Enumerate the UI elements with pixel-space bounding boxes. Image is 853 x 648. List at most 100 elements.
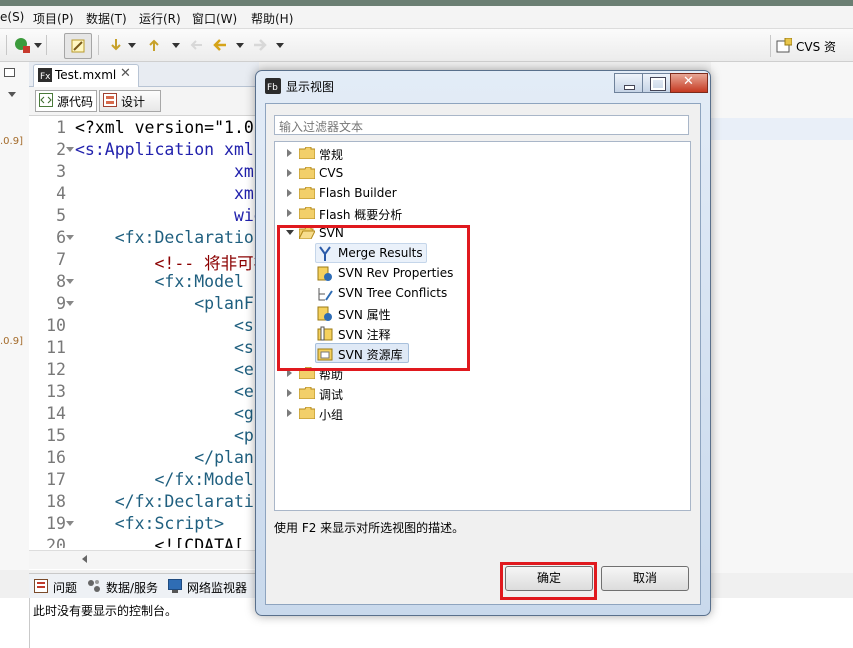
perspective-switcher[interactable]: CVS 资 xyxy=(770,35,853,57)
console-left-gutter xyxy=(0,598,30,648)
tree-label: 调试 xyxy=(319,388,344,402)
line-number: 2 xyxy=(56,140,66,159)
tab-problems[interactable]: 问题 xyxy=(53,579,77,596)
pencil-icon xyxy=(71,39,85,53)
fold-toggle-icon[interactable] xyxy=(66,279,74,284)
code-text: <s xyxy=(75,338,254,357)
code-line: 19 <fx:Script> xyxy=(44,514,259,536)
design-icon xyxy=(103,93,117,107)
code-text: <fx:Declaratio xyxy=(75,228,254,247)
expand-icon[interactable] xyxy=(287,389,292,397)
code-line: 11 <s xyxy=(44,338,259,360)
code-text: </fx:Model xyxy=(75,470,254,489)
source-code-icon xyxy=(39,93,53,107)
code-line: 20 <![CDATA[ xyxy=(44,536,259,548)
tree-label: Flash 概要分析 xyxy=(319,208,403,222)
code-text: <!-- 将非可视 xyxy=(75,254,259,273)
menu-help[interactable]: 帮助(H) xyxy=(251,10,293,27)
left-view-strip: .0.9] .0.9] xyxy=(0,62,30,570)
line-number: 16 xyxy=(46,448,66,467)
line-number: 4 xyxy=(56,184,66,203)
forward-arrow-icon[interactable] xyxy=(252,37,268,53)
chevron-down-icon[interactable] xyxy=(236,43,244,48)
menu-run[interactable]: 运行(R) xyxy=(139,10,181,27)
code-text: <s:Application xml xyxy=(75,140,254,159)
chevron-down-icon[interactable] xyxy=(8,92,16,97)
fold-toggle-icon[interactable] xyxy=(66,147,74,152)
line-number: 5 xyxy=(56,206,66,225)
minimize-icon[interactable] xyxy=(4,68,15,77)
source-mode-button[interactable]: 源代码 xyxy=(35,90,97,112)
annotation-highlight-box xyxy=(500,562,597,600)
expand-icon[interactable] xyxy=(287,149,292,157)
tab-network-monitor[interactable]: 网络监视器 xyxy=(187,579,247,596)
scroll-left-icon[interactable] xyxy=(82,555,87,563)
tree-item-team[interactable]: 小组 xyxy=(285,405,485,423)
tab-test-mxml[interactable]: Fx Test.mxml ✕ xyxy=(33,64,139,87)
code-line: 12 <e xyxy=(44,360,259,382)
tree-item-debug[interactable]: 调试 xyxy=(285,385,485,403)
menu-project[interactable]: 项目(P) xyxy=(33,10,74,27)
code-line: 10 <s xyxy=(44,316,259,338)
chevron-down-icon[interactable] xyxy=(172,43,180,48)
tab-data-services[interactable]: 数据/服务 xyxy=(106,579,158,596)
code-text: <e xyxy=(75,360,254,379)
filter-placeholder: 输入过滤器文本 xyxy=(279,120,364,134)
run-config-icon[interactable] xyxy=(14,37,30,53)
minimize-button[interactable] xyxy=(614,73,643,93)
menu-edit[interactable]: e(S) xyxy=(0,10,24,24)
code-text: </plan xyxy=(75,448,254,467)
expand-icon[interactable] xyxy=(287,189,292,197)
fold-toggle-icon[interactable] xyxy=(66,235,74,240)
tree-item-flash-builder[interactable]: Flash Builder xyxy=(285,185,485,203)
line-number: 19 xyxy=(46,514,66,533)
code-line: 8 <fx:Model xyxy=(44,272,259,294)
tree-item-cvs[interactable]: CVS xyxy=(285,165,485,183)
line-number: 18 xyxy=(46,492,66,511)
code-text: <planF xyxy=(75,294,254,313)
menubar: e(S) 项目(P) 数据(T) 运行(R) 窗口(W) 帮助(H) xyxy=(0,6,853,29)
chevron-down-icon[interactable] xyxy=(276,43,284,48)
annotation-highlight-box xyxy=(277,225,470,371)
view-description-hint: 使用 F2 来显示对所选视图的描述。 xyxy=(274,521,465,535)
expand-icon[interactable] xyxy=(287,169,292,177)
expand-icon[interactable] xyxy=(287,409,292,417)
fold-toggle-icon[interactable] xyxy=(66,521,74,526)
maximize-button[interactable] xyxy=(642,73,671,93)
back-arrow-icon[interactable] xyxy=(212,37,228,53)
code-text: <p xyxy=(75,426,254,445)
tree-item-flash-profiling[interactable]: Flash 概要分析 xyxy=(285,205,485,223)
filter-input[interactable]: 输入过滤器文本 xyxy=(274,115,689,135)
fold-toggle-icon[interactable] xyxy=(66,301,74,306)
menu-data[interactable]: 数据(T) xyxy=(86,10,127,27)
chevron-down-icon[interactable] xyxy=(128,43,136,48)
code-line: 2 <s:Application xml xyxy=(44,140,259,162)
line-number: 7 xyxy=(56,250,66,269)
code-line: 9 <planF xyxy=(44,294,259,316)
flash-builder-icon: Fb xyxy=(265,78,281,94)
tree-label: 常规 xyxy=(319,148,344,162)
close-button[interactable]: ✕ xyxy=(670,73,708,93)
code-line: 18 </fx:Declarati xyxy=(44,492,259,514)
code-text: <e xyxy=(75,382,254,401)
horizontal-scrollbar[interactable] xyxy=(29,550,259,569)
prev-annotation-icon[interactable] xyxy=(146,37,162,53)
code-line: 17 </fx:Model xyxy=(44,470,259,492)
chevron-down-icon[interactable] xyxy=(34,43,42,48)
cancel-button[interactable]: 取消 xyxy=(601,566,689,591)
code-text: </fx:Declarati xyxy=(75,492,254,511)
design-mode-button[interactable]: 设计 xyxy=(99,90,161,112)
line-number: 20 xyxy=(46,536,66,548)
tree-label: 小组 xyxy=(319,408,344,422)
code-line: 5 wid xyxy=(44,206,259,228)
last-edit-icon[interactable] xyxy=(188,37,204,53)
menu-window[interactable]: 窗口(W) xyxy=(192,10,237,27)
expand-icon[interactable] xyxy=(287,209,292,217)
next-annotation-icon[interactable] xyxy=(108,37,124,53)
tree-item-general[interactable]: 常规 xyxy=(285,145,485,163)
code-line: 16 </plan xyxy=(44,448,259,470)
toolbar-separator xyxy=(46,35,47,55)
mark-occurrences-button[interactable] xyxy=(64,33,92,59)
close-icon[interactable]: ✕ xyxy=(120,66,131,81)
editor-mode-bar: 源代码 设计 xyxy=(29,87,259,116)
